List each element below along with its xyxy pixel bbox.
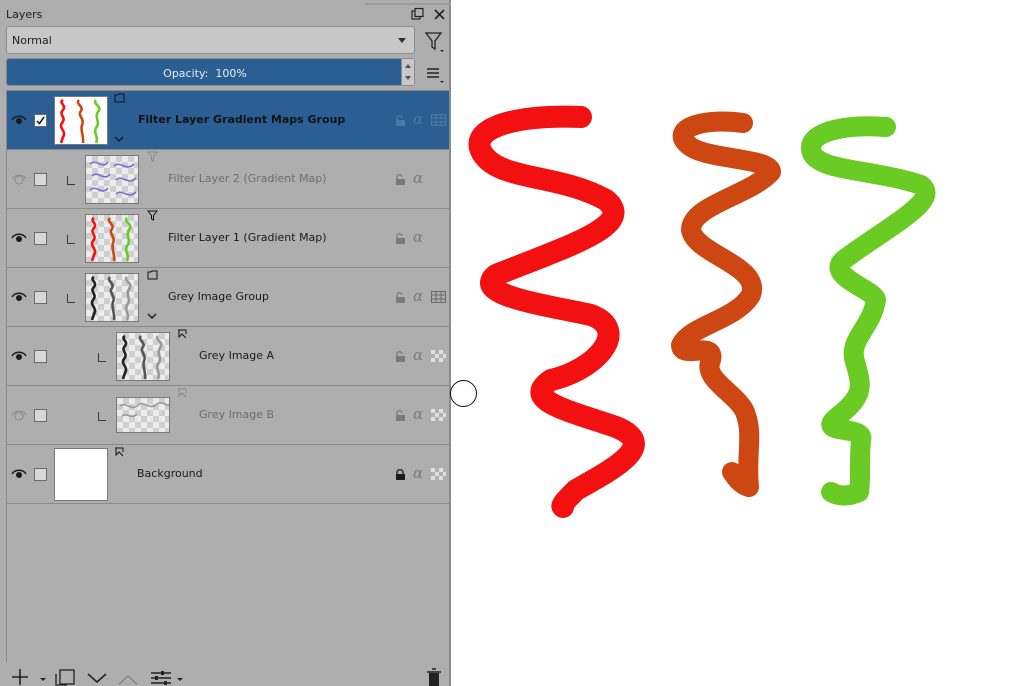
hamburger-menu-icon[interactable] <box>425 64 445 84</box>
eye-icon[interactable] <box>11 232 27 244</box>
eye-icon[interactable] <box>11 468 27 480</box>
layer-checkbox[interactable] <box>34 173 47 186</box>
alpha-icon[interactable]: α <box>413 346 423 364</box>
layer-thumbnail <box>116 397 170 433</box>
opacity-slider[interactable]: Opacity: 100% <box>6 58 415 86</box>
blend-mode-dropdown[interactable]: Normal <box>6 26 415 54</box>
lock-icon[interactable] <box>394 409 406 421</box>
alpha-icon[interactable]: α <box>413 405 423 423</box>
layer-thumbnail <box>85 273 139 322</box>
alpha-icon[interactable]: α <box>413 464 423 482</box>
indent-marker <box>67 235 75 244</box>
layer-thumbnail <box>116 332 170 381</box>
opacity-spinner[interactable] <box>401 59 414 85</box>
paint-layer-icon <box>178 388 187 398</box>
folder-icon <box>147 270 158 280</box>
filter-mask-icon <box>147 151 158 162</box>
opacity-value: 100% <box>215 67 247 80</box>
opacity-label: Opacity: <box>163 67 209 80</box>
alpha-icon[interactable]: α <box>413 287 423 305</box>
lock-icon[interactable] <box>394 468 406 480</box>
layer-checkbox[interactable] <box>34 291 47 304</box>
layer-checkbox[interactable] <box>34 409 47 422</box>
layer-name: Grey Image Group <box>168 290 270 303</box>
layer-list[interactable]: Filter Layer Gradient Maps Group α Filte… <box>6 90 449 662</box>
layer-row[interactable]: Filter Layer 1 (Gradient Map) α <box>7 209 449 268</box>
layer-checkbox[interactable] <box>34 232 47 245</box>
eye-icon[interactable] <box>11 350 27 362</box>
transparency-icon[interactable] <box>431 468 446 480</box>
duplicate-icon[interactable] <box>54 666 76 686</box>
lock-icon[interactable] <box>394 114 406 126</box>
layer-thumbnail <box>85 155 139 204</box>
close-icon[interactable] <box>432 7 447 22</box>
layer-thumbnail <box>54 96 108 145</box>
lock-icon[interactable] <box>394 350 406 362</box>
orange-stroke <box>671 111 781 497</box>
blend-mode-value: Normal <box>12 34 52 47</box>
eye-icon[interactable] <box>11 291 27 303</box>
chevron-down-icon <box>398 38 406 43</box>
alpha-icon[interactable]: α <box>413 169 423 187</box>
eye-icon[interactable] <box>11 409 27 421</box>
layer-checkbox[interactable] <box>34 114 47 127</box>
lock-icon[interactable] <box>394 232 406 244</box>
docker-title: Layers <box>6 8 43 21</box>
transparency-icon[interactable] <box>431 350 446 362</box>
add-icon[interactable] <box>10 666 48 686</box>
layer-checkbox[interactable] <box>34 468 47 481</box>
layer-name: Filter Layer 2 (Gradient Map) <box>168 172 327 185</box>
properties-icon[interactable] <box>149 666 189 686</box>
layer-name: Filter Layer 1 (Gradient Map) <box>168 231 327 244</box>
layer-name: Grey Image B <box>199 408 275 421</box>
brush-cursor <box>450 380 477 407</box>
layer-thumbnail <box>54 448 108 501</box>
filter-icon[interactable] <box>423 30 447 54</box>
layer-toolbar <box>6 664 449 686</box>
pass-through-icon[interactable] <box>431 114 446 126</box>
chevron-down-icon[interactable] <box>114 135 124 143</box>
indent-marker <box>98 353 106 362</box>
canvas-artwork <box>468 105 936 518</box>
layer-row[interactable]: Grey Image B α <box>7 386 449 445</box>
green-stroke <box>801 116 936 506</box>
paint-layer-icon <box>178 329 187 339</box>
layer-name: Filter Layer Gradient Maps Group <box>138 113 346 126</box>
layer-row[interactable]: Grey Image Group α <box>7 268 449 327</box>
filter-mask-icon <box>147 210 158 221</box>
layer-row[interactable]: Filter Layer Gradient Maps Group α <box>7 91 449 150</box>
layer-thumbnail <box>85 214 139 263</box>
layer-row[interactable]: Grey Image A α <box>7 327 449 386</box>
alpha-icon[interactable]: α <box>413 228 423 246</box>
eye-icon[interactable] <box>11 173 27 185</box>
float-icon[interactable] <box>410 7 425 22</box>
paint-layer-icon <box>115 447 124 457</box>
alpha-icon[interactable]: α <box>413 110 423 128</box>
eye-icon[interactable] <box>11 114 27 126</box>
lock-icon[interactable] <box>394 291 406 303</box>
move-up-icon[interactable] <box>117 666 139 686</box>
red-stroke <box>468 105 645 518</box>
layer-row[interactable]: Background α <box>7 445 449 504</box>
move-down-icon[interactable] <box>86 666 108 686</box>
layer-name: Grey Image A <box>199 349 275 362</box>
layer-name: Background <box>137 467 203 480</box>
folder-icon <box>114 93 125 103</box>
drawing-canvas[interactable] <box>451 0 1034 686</box>
indent-marker <box>67 176 75 185</box>
layer-row[interactable]: Filter Layer 2 (Gradient Map) α <box>7 150 449 209</box>
pass-through-icon[interactable] <box>431 291 446 303</box>
layer-checkbox[interactable] <box>34 350 47 363</box>
transparency-icon[interactable] <box>431 409 446 421</box>
chevron-down-icon[interactable] <box>147 312 157 320</box>
layers-docker: Layers Normal Opacity: 100% Filter Layer… <box>0 0 451 686</box>
lock-icon[interactable] <box>394 173 406 185</box>
indent-marker <box>67 294 75 303</box>
delete-icon[interactable] <box>424 666 444 686</box>
indent-marker <box>98 412 106 421</box>
